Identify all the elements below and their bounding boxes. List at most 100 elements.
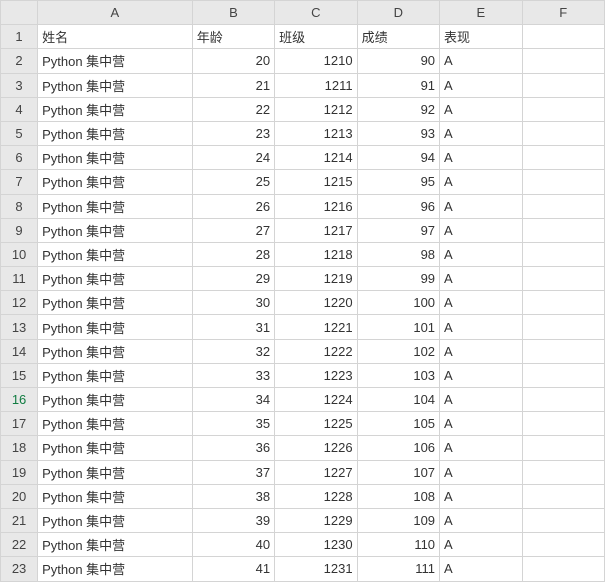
cell-F15[interactable] <box>522 363 605 387</box>
cell-C14[interactable]: 1222 <box>275 339 357 363</box>
row-header-14[interactable]: 14 <box>1 339 38 363</box>
cell-E14[interactable]: A <box>440 339 522 363</box>
cell-C4[interactable]: 1212 <box>275 97 357 121</box>
cell-C10[interactable]: 1218 <box>275 242 357 266</box>
cell-A2[interactable]: Python 集中营 <box>38 49 193 73</box>
cell-F18[interactable] <box>522 436 605 460</box>
cell-B6[interactable]: 24 <box>192 146 274 170</box>
cell-D1[interactable]: 成绩 <box>357 25 439 49</box>
cell-F1[interactable] <box>522 25 605 49</box>
row-header-19[interactable]: 19 <box>1 460 38 484</box>
cell-A15[interactable]: Python 集中营 <box>38 363 193 387</box>
cell-B22[interactable]: 40 <box>192 533 274 557</box>
cell-C5[interactable]: 1213 <box>275 121 357 145</box>
cell-E22[interactable]: A <box>440 533 522 557</box>
cell-E3[interactable]: A <box>440 73 522 97</box>
cell-C3[interactable]: 1211 <box>275 73 357 97</box>
cell-C23[interactable]: 1231 <box>275 557 357 581</box>
cell-A11[interactable]: Python 集中营 <box>38 267 193 291</box>
cell-C20[interactable]: 1228 <box>275 484 357 508</box>
cell-E20[interactable]: A <box>440 484 522 508</box>
col-header-E[interactable]: E <box>440 1 522 25</box>
cell-D15[interactable]: 103 <box>357 363 439 387</box>
cell-D17[interactable]: 105 <box>357 412 439 436</box>
cell-E16[interactable]: A <box>440 388 522 412</box>
cell-E19[interactable]: A <box>440 460 522 484</box>
cell-C7[interactable]: 1215 <box>275 170 357 194</box>
cell-D18[interactable]: 106 <box>357 436 439 460</box>
cell-D14[interactable]: 102 <box>357 339 439 363</box>
cell-B21[interactable]: 39 <box>192 508 274 532</box>
cell-E15[interactable]: A <box>440 363 522 387</box>
cell-E10[interactable]: A <box>440 242 522 266</box>
cell-F5[interactable] <box>522 121 605 145</box>
cell-E5[interactable]: A <box>440 121 522 145</box>
cell-A22[interactable]: Python 集中营 <box>38 533 193 557</box>
cell-F6[interactable] <box>522 146 605 170</box>
row-header-13[interactable]: 13 <box>1 315 38 339</box>
cell-B7[interactable]: 25 <box>192 170 274 194</box>
row-header-9[interactable]: 9 <box>1 218 38 242</box>
cell-C16[interactable]: 1224 <box>275 388 357 412</box>
cell-F14[interactable] <box>522 339 605 363</box>
row-header-2[interactable]: 2 <box>1 49 38 73</box>
cell-A1[interactable]: 姓名 <box>38 25 193 49</box>
row-header-12[interactable]: 12 <box>1 291 38 315</box>
cell-E8[interactable]: A <box>440 194 522 218</box>
cell-B2[interactable]: 20 <box>192 49 274 73</box>
cell-C17[interactable]: 1225 <box>275 412 357 436</box>
cell-E6[interactable]: A <box>440 146 522 170</box>
cell-F4[interactable] <box>522 97 605 121</box>
cell-E7[interactable]: A <box>440 170 522 194</box>
cell-A18[interactable]: Python 集中营 <box>38 436 193 460</box>
cell-D5[interactable]: 93 <box>357 121 439 145</box>
cell-A12[interactable]: Python 集中营 <box>38 291 193 315</box>
cell-F2[interactable] <box>522 49 605 73</box>
cell-D6[interactable]: 94 <box>357 146 439 170</box>
row-header-7[interactable]: 7 <box>1 170 38 194</box>
row-header-20[interactable]: 20 <box>1 484 38 508</box>
cell-E11[interactable]: A <box>440 267 522 291</box>
cell-D16[interactable]: 104 <box>357 388 439 412</box>
cell-A23[interactable]: Python 集中营 <box>38 557 193 581</box>
cell-B13[interactable]: 31 <box>192 315 274 339</box>
cell-A14[interactable]: Python 集中营 <box>38 339 193 363</box>
cell-B15[interactable]: 33 <box>192 363 274 387</box>
col-header-F[interactable]: F <box>522 1 605 25</box>
cell-E9[interactable]: A <box>440 218 522 242</box>
row-header-3[interactable]: 3 <box>1 73 38 97</box>
cell-F9[interactable] <box>522 218 605 242</box>
cell-B12[interactable]: 30 <box>192 291 274 315</box>
cell-B8[interactable]: 26 <box>192 194 274 218</box>
cell-E2[interactable]: A <box>440 49 522 73</box>
col-header-B[interactable]: B <box>192 1 274 25</box>
cell-A20[interactable]: Python 集中营 <box>38 484 193 508</box>
cell-F13[interactable] <box>522 315 605 339</box>
cell-D22[interactable]: 110 <box>357 533 439 557</box>
select-all-corner[interactable] <box>1 1 38 25</box>
cell-D7[interactable]: 95 <box>357 170 439 194</box>
cell-F12[interactable] <box>522 291 605 315</box>
col-header-D[interactable]: D <box>357 1 439 25</box>
cell-E4[interactable]: A <box>440 97 522 121</box>
cell-F3[interactable] <box>522 73 605 97</box>
cell-C11[interactable]: 1219 <box>275 267 357 291</box>
row-header-8[interactable]: 8 <box>1 194 38 218</box>
cell-A21[interactable]: Python 集中营 <box>38 508 193 532</box>
cell-B20[interactable]: 38 <box>192 484 274 508</box>
row-header-11[interactable]: 11 <box>1 267 38 291</box>
cell-B1[interactable]: 年龄 <box>192 25 274 49</box>
cell-B4[interactable]: 22 <box>192 97 274 121</box>
cell-E17[interactable]: A <box>440 412 522 436</box>
cell-F19[interactable] <box>522 460 605 484</box>
row-header-22[interactable]: 22 <box>1 533 38 557</box>
row-header-17[interactable]: 17 <box>1 412 38 436</box>
cell-A19[interactable]: Python 集中营 <box>38 460 193 484</box>
cell-D2[interactable]: 90 <box>357 49 439 73</box>
col-header-C[interactable]: C <box>275 1 357 25</box>
cell-A5[interactable]: Python 集中营 <box>38 121 193 145</box>
row-header-10[interactable]: 10 <box>1 242 38 266</box>
cell-A10[interactable]: Python 集中营 <box>38 242 193 266</box>
cell-D23[interactable]: 111 <box>357 557 439 581</box>
cell-A6[interactable]: Python 集中营 <box>38 146 193 170</box>
